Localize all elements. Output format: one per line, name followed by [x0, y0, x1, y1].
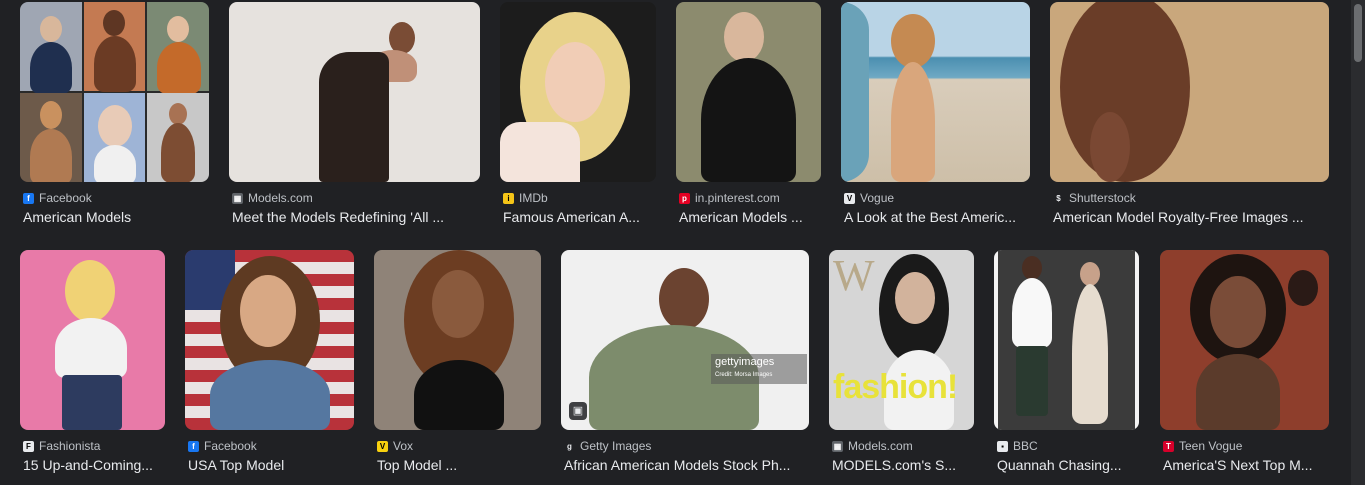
- vox-icon: V: [377, 440, 388, 452]
- collage-photo: [20, 93, 82, 182]
- scrollbar-thumb[interactable]: [1354, 4, 1362, 62]
- result-title[interactable]: 15 Up-and-Coming...: [23, 457, 163, 473]
- teen-vogue-icon: T: [1163, 440, 1174, 452]
- result-thumbnail[interactable]: [1160, 250, 1329, 430]
- image-result-card[interactable]: F Fashionista 15 Up-and-Coming...: [20, 250, 165, 480]
- result-title[interactable]: American Model Royalty-Free Images ...: [1053, 209, 1327, 225]
- collage-photo: [84, 2, 145, 92]
- image-result-card[interactable]: ▪ BBC Quannah Chasing...: [994, 250, 1139, 480]
- image-search-icon[interactable]: ▣: [569, 402, 587, 420]
- result-thumbnail[interactable]: [20, 2, 209, 182]
- result-thumbnail[interactable]: [994, 250, 1139, 430]
- result-thumbnail[interactable]: [374, 250, 541, 430]
- magazine-masthead: W: [833, 251, 875, 300]
- magazine-cover-text: fashion!: [833, 368, 958, 406]
- result-thumbnail[interactable]: [20, 250, 165, 430]
- result-source[interactable]: V Vox: [377, 439, 413, 453]
- collage-photo: [147, 2, 209, 94]
- result-title[interactable]: African American Models Stock Ph...: [564, 457, 808, 473]
- result-thumbnail[interactable]: W fashion!: [829, 250, 974, 430]
- result-title[interactable]: American Models ...: [679, 209, 819, 225]
- image-result-card[interactable]: W fashion! ▦ Models.com MODELS.com's S...: [829, 250, 974, 480]
- bbc-icon: ▪: [997, 440, 1008, 452]
- result-title[interactable]: America'S Next Top M...: [1163, 457, 1328, 473]
- image-results-grid: f Facebook American Models ▦ Models.com Me…: [0, 0, 1365, 485]
- collage-photo: [20, 2, 82, 94]
- result-source[interactable]: T Teen Vogue: [1163, 439, 1242, 453]
- result-title[interactable]: A Look at the Best Americ...: [844, 209, 1028, 225]
- image-result-card[interactable]: f Facebook American Models: [20, 2, 209, 232]
- models-com-icon: ▦: [832, 440, 843, 452]
- vertical-scrollbar[interactable]: [1351, 0, 1365, 485]
- image-result-card[interactable]: p in.pinterest.com American Models ...: [676, 2, 821, 232]
- pinterest-icon: p: [679, 192, 690, 204]
- result-title[interactable]: Famous American A...: [503, 209, 653, 225]
- result-title[interactable]: Meet the Models Redefining 'All ...: [232, 209, 479, 225]
- result-source[interactable]: ▪ BBC: [997, 439, 1038, 453]
- result-thumbnail[interactable]: gettyimages Credit: Morsa Images ▣: [561, 250, 809, 430]
- result-source[interactable]: V Vogue: [844, 191, 894, 205]
- image-result-card[interactable]: T Teen Vogue America'S Next Top M...: [1160, 250, 1329, 480]
- imdb-icon: i: [503, 192, 514, 204]
- result-source[interactable]: f Facebook: [188, 439, 257, 453]
- facebook-icon: f: [23, 192, 34, 204]
- result-source[interactable]: F Fashionista: [23, 439, 100, 453]
- vogue-icon: V: [844, 192, 855, 204]
- result-title[interactable]: American Models: [23, 209, 208, 225]
- result-source[interactable]: ▦ Models.com: [832, 439, 913, 453]
- result-title[interactable]: MODELS.com's S...: [832, 457, 972, 473]
- getty-watermark: gettyimages Credit: Morsa Images: [711, 354, 807, 384]
- collage-photo: [147, 93, 209, 182]
- fashionista-icon: F: [23, 440, 34, 452]
- result-source[interactable]: p in.pinterest.com: [679, 191, 780, 205]
- result-source[interactable]: i IMDb: [503, 191, 548, 205]
- result-thumbnail[interactable]: [841, 2, 1030, 182]
- image-result-card[interactable]: V Vox Top Model ...: [374, 250, 541, 480]
- result-thumbnail[interactable]: [500, 2, 656, 182]
- image-result-card[interactable]: f Facebook USA Top Model: [185, 250, 354, 480]
- result-source[interactable]: f Facebook: [23, 191, 92, 205]
- image-result-card[interactable]: $ Shutterstock American Model Royalty-Fre…: [1050, 2, 1329, 232]
- facebook-icon: f: [188, 440, 199, 452]
- collage-photo: [84, 93, 145, 182]
- result-thumbnail[interactable]: [676, 2, 821, 182]
- getty-images-icon: g: [564, 440, 575, 452]
- result-source[interactable]: $ Shutterstock: [1053, 191, 1136, 205]
- image-result-card[interactable]: i IMDb Famous American A...: [500, 2, 656, 232]
- image-result-card[interactable]: V Vogue A Look at the Best Americ...: [841, 2, 1030, 232]
- result-source[interactable]: g Getty Images: [564, 439, 651, 453]
- result-title[interactable]: Top Model ...: [377, 457, 537, 473]
- shutterstock-icon: $: [1053, 192, 1064, 204]
- image-result-card[interactable]: gettyimages Credit: Morsa Images ▣ g Gett…: [561, 250, 809, 480]
- image-result-card[interactable]: ▦ Models.com Meet the Models Redefining '…: [229, 2, 480, 232]
- result-title[interactable]: USA Top Model: [188, 457, 353, 473]
- result-thumbnail[interactable]: [1050, 2, 1329, 182]
- result-thumbnail[interactable]: [185, 250, 354, 430]
- models-com-icon: ▦: [232, 192, 243, 204]
- result-thumbnail[interactable]: [229, 2, 480, 182]
- result-title[interactable]: Quannah Chasing...: [997, 457, 1137, 473]
- result-source[interactable]: ▦ Models.com: [232, 191, 313, 205]
